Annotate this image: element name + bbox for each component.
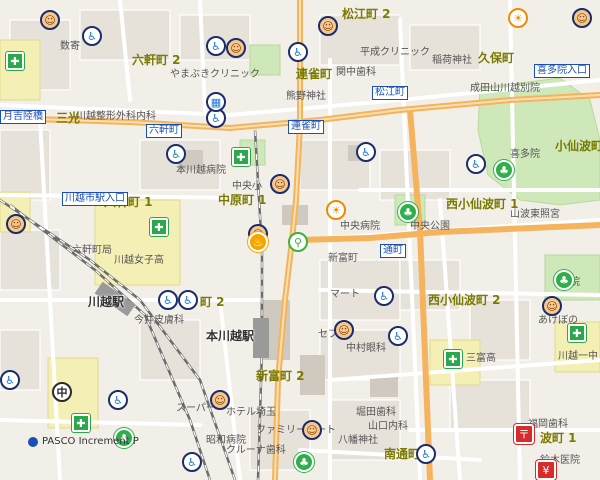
pasco-logo-icon xyxy=(28,436,38,447)
town-minamitorimachi: 南通町 xyxy=(384,447,421,461)
toilet-icon[interactable]: ♿ xyxy=(388,326,408,346)
toilet-icon[interactable]: ♿ xyxy=(374,286,394,306)
nursery-icon[interactable]: ☺ xyxy=(572,8,592,28)
sun-icon[interactable]: ☀ xyxy=(508,8,528,28)
place-label: 数寄 xyxy=(60,41,80,52)
map-canvas[interactable]: 松江町 2 六軒町 2 連雀町 久保町 六軒町 1 中原町 1 西小仙波町 1 … xyxy=(0,0,600,480)
place-label: やまぶきクリニック xyxy=(170,69,260,80)
intersection-tsuki-yoshi: 月吉陸橋 xyxy=(0,110,46,124)
place-label: 川越一中 xyxy=(558,351,598,362)
place-label: クルーナ歯科 xyxy=(226,445,286,456)
junior-high-icon[interactable]: 中 xyxy=(52,382,72,402)
place-label: 喜多院 xyxy=(510,149,540,160)
nursery-icon[interactable]: ☺ xyxy=(318,16,338,36)
town-renjakucho: 連雀町 xyxy=(296,67,333,81)
place-label: 六軒町局 xyxy=(72,245,112,256)
intersection-renjakucho: 連雀町 xyxy=(288,120,324,134)
place-label: 成田山川越別院 xyxy=(470,83,540,94)
park-icon[interactable]: ♣ xyxy=(398,202,418,222)
park-icon[interactable]: ♣ xyxy=(294,452,314,472)
toilet-icon[interactable]: ♿ xyxy=(158,290,178,310)
place-label: 本川越病院 xyxy=(176,165,226,176)
place-label: 山波東照宮 xyxy=(510,209,560,220)
nursery-icon[interactable]: ☺ xyxy=(542,296,562,316)
intersection-kitain-iriguchi: 喜多院入口 xyxy=(534,64,590,78)
town-rokkencho-2-mid: 町 2 xyxy=(200,295,225,309)
nursery-icon[interactable]: ☺ xyxy=(334,320,354,340)
credit-text: PASCO Increment P xyxy=(42,436,139,447)
place-label: 平成クリニック xyxy=(360,47,430,58)
place-label: 中村眼科 xyxy=(346,343,386,354)
school-icon[interactable]: ✚ xyxy=(6,52,24,70)
hospital-icon[interactable]: ✚ xyxy=(232,148,250,166)
map-credit: PASCO Increment P xyxy=(28,436,139,447)
post-office-icon[interactable]: 〒 xyxy=(514,424,534,444)
nursery-icon[interactable]: ☺ xyxy=(40,10,60,30)
bus-icon[interactable]: ▦ xyxy=(206,92,226,112)
intersection-rokkencho: 六軒町 xyxy=(146,124,182,138)
nursery-icon[interactable]: ☺ xyxy=(302,420,322,440)
place-label: 稲荷神社 xyxy=(432,55,472,66)
toilet-icon[interactable]: ♿ xyxy=(288,42,308,62)
nursery-icon[interactable]: ☺ xyxy=(226,38,246,58)
place-label: ファミリーマート xyxy=(256,425,336,436)
nursery-icon[interactable]: ☺ xyxy=(270,174,290,194)
sun-icon[interactable]: ☀ xyxy=(326,200,346,220)
town-namicho-1: 波町 1 xyxy=(540,431,577,445)
place-label: スーパー xyxy=(176,403,216,414)
place-label: 三富高 xyxy=(466,353,496,364)
toilet-icon[interactable]: ♿ xyxy=(356,142,376,162)
place-label: 川越女子高 xyxy=(114,255,164,266)
toilet-icon[interactable]: ♿ xyxy=(0,370,20,390)
place-label: マート xyxy=(330,289,360,300)
place-label: 堀田歯科 xyxy=(356,407,396,418)
toilet-icon[interactable]: ♿ xyxy=(182,452,202,472)
place-label: 中央公園 xyxy=(410,221,450,232)
town-matsuecho-2: 松江町 2 xyxy=(342,7,391,21)
town-nishikosenbacho-1: 西小仙波町 1 xyxy=(446,197,519,211)
toilet-icon[interactable]: ♿ xyxy=(108,390,128,410)
place-label: 山口内科 xyxy=(368,421,408,432)
bank-icon[interactable]: ¥ xyxy=(536,460,556,480)
place-label: 熊野神社 xyxy=(286,91,326,102)
toilet-icon[interactable]: ♿ xyxy=(466,154,486,174)
place-label: 昭和病院 xyxy=(206,435,246,446)
intersection-kawagoe-ekiiriguchi: 川越市駅入口 xyxy=(62,192,128,206)
station-kawagoe[interactable]: 川越駅 xyxy=(88,296,124,308)
school-icon[interactable]: ✚ xyxy=(444,350,462,368)
toilet-icon[interactable]: ♿ xyxy=(178,290,198,310)
toilet-icon[interactable]: ♿ xyxy=(206,36,226,56)
place-label: 今井皮膚科 xyxy=(134,315,184,326)
place-label: ホテル埼玉 xyxy=(226,407,276,418)
town-nakaharacho-1: 中原町 1 xyxy=(218,193,267,207)
town-shintomicho-2: 新富町 2 xyxy=(256,369,305,383)
school-icon[interactable]: ✚ xyxy=(72,414,90,432)
station-honkawagoe[interactable]: 本川越駅 xyxy=(206,330,254,342)
place-label: 川越整形外科内科 xyxy=(76,111,156,122)
nursery-icon[interactable]: ☺ xyxy=(6,214,26,234)
fire-station-icon[interactable]: ♨ xyxy=(248,232,268,252)
toilet-icon[interactable]: ♿ xyxy=(416,444,436,464)
place-label: 八幡神社 xyxy=(338,435,378,446)
school-icon[interactable]: ✚ xyxy=(150,218,168,236)
toilet-icon[interactable]: ♿ xyxy=(82,26,102,46)
park-icon[interactable]: ♣ xyxy=(554,270,574,290)
place-label: 中央病院 xyxy=(340,221,380,232)
school-icon[interactable]: ✚ xyxy=(568,324,586,342)
park-icon[interactable]: ♣ xyxy=(494,160,514,180)
toilet-icon[interactable]: ♿ xyxy=(166,144,186,164)
intersection-torimachi: 通町 xyxy=(380,244,406,258)
town-kosenbacho: 小仙波町 xyxy=(555,139,600,153)
intersection-matsuecho: 松江町 xyxy=(372,86,408,100)
town-rokkencho-2: 六軒町 2 xyxy=(132,53,181,67)
place-label: 新富町 xyxy=(328,253,358,264)
place-label: 福岡歯科 xyxy=(528,419,568,430)
town-nishikosenbacho-2: 西小仙波町 2 xyxy=(428,293,501,307)
place-label: 関中歯科 xyxy=(336,67,376,78)
town-kubomachi: 久保町 xyxy=(478,51,515,65)
place-label: 中央小 xyxy=(232,181,262,192)
bicycle-icon[interactable]: ⚲ xyxy=(288,232,308,252)
nursery-icon[interactable]: ☺ xyxy=(210,390,230,410)
